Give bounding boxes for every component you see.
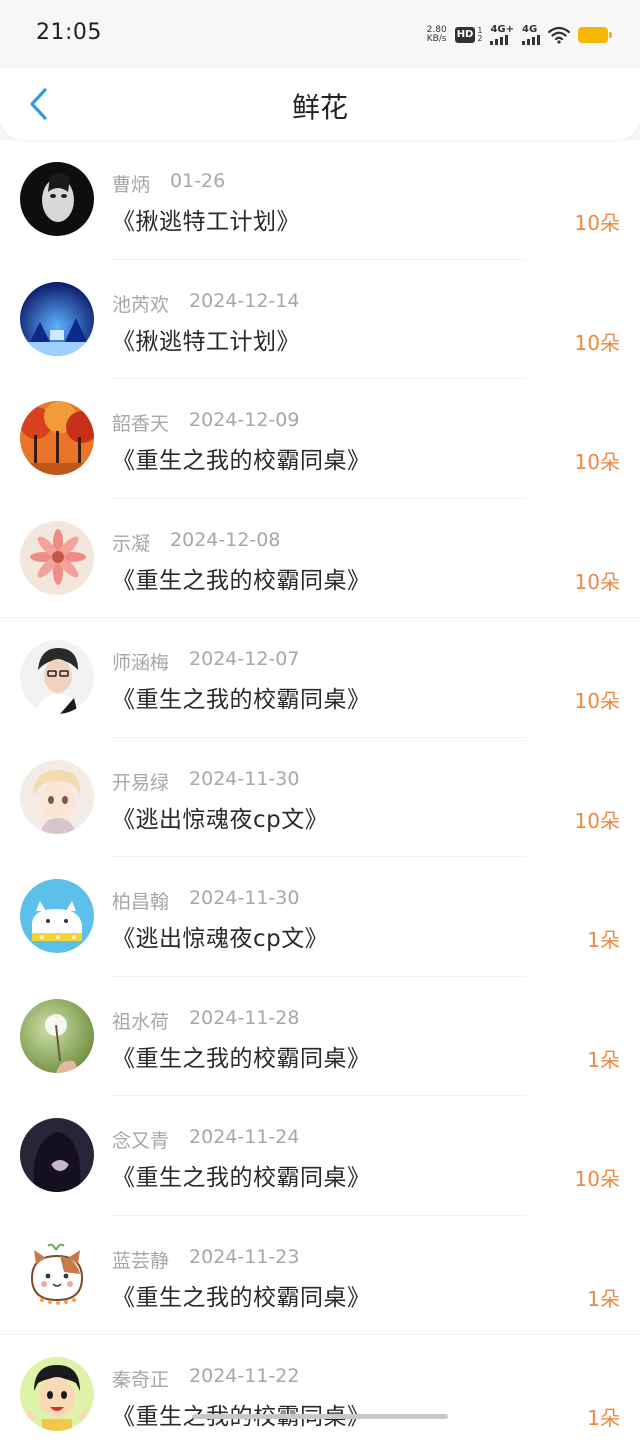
record-meta: 开易绿 2024-11-30: [112, 768, 299, 795]
list-item[interactable]: 示凝 2024-12-08 《重生之我的校霸同桌》 10朵: [0, 499, 640, 618]
avatar[interactable]: [20, 759, 94, 834]
battery-icon: [578, 27, 612, 43]
avatar[interactable]: [20, 1237, 94, 1312]
network-speed-unit: KB/s: [426, 34, 447, 44]
user-name[interactable]: 开易绿: [112, 768, 169, 795]
list-item[interactable]: 池芮欢 2024-12-14 《揪逃特工计划》 10朵: [0, 260, 640, 379]
book-title[interactable]: 《逃出惊魂夜cp文》: [112, 800, 328, 834]
record-date: 2024-11-30: [189, 767, 300, 790]
user-name[interactable]: 柏昌翰: [112, 887, 169, 914]
record-date: 2024-11-30: [189, 887, 300, 909]
hd-voice-icon: HD 1 2: [454, 27, 483, 43]
record-date: 2024-12-07: [189, 648, 300, 670]
list-item[interactable]: 师涵梅 2024-12-07 《重生之我的校霸同桌》 10朵: [0, 618, 640, 738]
flower-count: 10朵: [574, 569, 620, 594]
top-nav-bar: 鲜花: [0, 68, 640, 140]
hd-sub-bottom: 2: [477, 34, 483, 43]
avatar[interactable]: [20, 1357, 94, 1431]
network-speed: 2.80 KB/s: [427, 26, 447, 44]
user-name[interactable]: 韶香天: [112, 409, 169, 436]
user-name[interactable]: 示凝: [112, 529, 150, 556]
flower-record-list: 曹炳 01-26 《揪逃特工计划》 10朵 池芮欢 2024-12-14 《揪逃…: [0, 140, 640, 1455]
flower-count: 10朵: [574, 1167, 620, 1191]
record-date: 2024-12-08: [170, 528, 281, 551]
user-name[interactable]: 念又青: [112, 1126, 169, 1153]
flower-count: 10朵: [574, 330, 620, 355]
user-name[interactable]: 师涵梅: [112, 648, 169, 675]
list-item[interactable]: 韶香天 2024-12-09 《重生之我的校霸同桌》 10朵: [0, 379, 640, 499]
user-name[interactable]: 秦奇正: [112, 1365, 169, 1392]
record-meta: 师涵梅 2024-12-07: [112, 648, 299, 675]
record-meta: 蓝芸静 2024-11-23: [112, 1246, 299, 1273]
book-title[interactable]: 《重生之我的校霸同桌》: [112, 561, 371, 595]
user-name[interactable]: 祖水荷: [112, 1007, 169, 1034]
record-meta: 韶香天 2024-12-09: [112, 409, 299, 436]
avatar[interactable]: [20, 640, 94, 714]
book-title[interactable]: 《揪逃特工计划》: [112, 202, 300, 236]
record-meta: 秦奇正 2024-11-22: [112, 1365, 299, 1392]
avatar[interactable]: [20, 520, 94, 595]
list-item[interactable]: 秦奇正 2024-11-22 《重生之我的校霸同桌》 1朵: [0, 1335, 640, 1455]
book-title[interactable]: 《重生之我的校霸同桌》: [112, 680, 371, 714]
record-date: 2024-11-22: [189, 1365, 300, 1387]
list-item[interactable]: 柏昌翰 2024-11-30 《逃出惊魂夜cp文》 1朵: [0, 857, 640, 977]
status-bar: 21:05 2.80 KB/s HD 1 2 4G+ 4G: [0, 0, 640, 68]
flower-count: 10朵: [574, 808, 620, 833]
book-title[interactable]: 《揪逃特工计划》: [112, 322, 300, 356]
record-meta: 示凝 2024-12-08: [112, 529, 280, 556]
avatar[interactable]: [20, 401, 94, 475]
record-meta: 池芮欢 2024-12-14: [112, 290, 299, 317]
record-date: 2024-12-14: [189, 289, 300, 312]
book-title[interactable]: 《逃出惊魂夜cp文》: [112, 919, 328, 953]
user-name[interactable]: 池芮欢: [112, 290, 169, 317]
signal-4g-icon: 4G: [522, 25, 540, 45]
list-item[interactable]: 祖水荷 2024-11-28 《重生之我的校霸同桌》 1朵: [0, 977, 640, 1096]
book-title[interactable]: 《重生之我的校霸同桌》: [112, 441, 371, 475]
record-date: 01-26: [170, 170, 226, 192]
status-time: 21:05: [36, 20, 102, 45]
record-date: 2024-12-09: [189, 409, 300, 431]
record-date: 2024-11-28: [189, 1006, 300, 1029]
book-title[interactable]: 《重生之我的校霸同桌》: [112, 1039, 371, 1073]
signal-4g-plus-icon: 4G+: [490, 25, 514, 45]
flower-count: 10朵: [574, 689, 620, 713]
book-title[interactable]: 《重生之我的校霸同桌》: [112, 1158, 371, 1192]
avatar[interactable]: [20, 162, 94, 236]
home-indicator[interactable]: [192, 1414, 448, 1419]
list-item[interactable]: 曹炳 01-26 《揪逃特工计划》 10朵: [0, 140, 640, 260]
record-meta: 祖水荷 2024-11-28: [112, 1007, 299, 1034]
flower-count: 1朵: [587, 1406, 620, 1430]
user-name[interactable]: 蓝芸静: [112, 1246, 169, 1273]
avatar[interactable]: [20, 1118, 94, 1192]
flower-count: 1朵: [587, 928, 620, 952]
user-name[interactable]: 曹炳: [112, 170, 150, 197]
flower-count: 1朵: [587, 1286, 620, 1311]
record-meta: 曹炳 01-26: [112, 170, 225, 197]
status-icons: 2.80 KB/s HD 1 2 4G+ 4G: [427, 22, 612, 48]
signal-4g-label: 4G: [522, 24, 538, 35]
flower-count: 10朵: [574, 450, 620, 474]
list-item[interactable]: 开易绿 2024-11-30 《逃出惊魂夜cp文》 10朵: [0, 738, 640, 857]
wifi-icon: [548, 26, 570, 44]
page-title: 鲜花: [291, 91, 348, 124]
flower-count: 1朵: [587, 1047, 620, 1072]
list-item[interactable]: 念又青 2024-11-24 《重生之我的校霸同桌》 10朵: [0, 1096, 640, 1216]
hd-label: HD: [454, 27, 476, 43]
flower-count: 10朵: [574, 211, 620, 235]
avatar[interactable]: [20, 998, 94, 1073]
record-meta: 柏昌翰 2024-11-30: [112, 887, 299, 914]
book-title[interactable]: 《重生之我的校霸同桌》: [112, 1278, 371, 1312]
avatar[interactable]: [20, 879, 94, 953]
avatar[interactable]: [20, 281, 94, 356]
record-date: 2024-11-23: [189, 1245, 300, 1268]
list-item[interactable]: 蓝芸静 2024-11-23 《重生之我的校霸同桌》 1朵: [0, 1216, 640, 1335]
record-date: 2024-11-24: [189, 1126, 300, 1148]
signal-4g-plus-label: 4G+: [490, 24, 514, 35]
record-meta: 念又青 2024-11-24: [112, 1126, 299, 1153]
